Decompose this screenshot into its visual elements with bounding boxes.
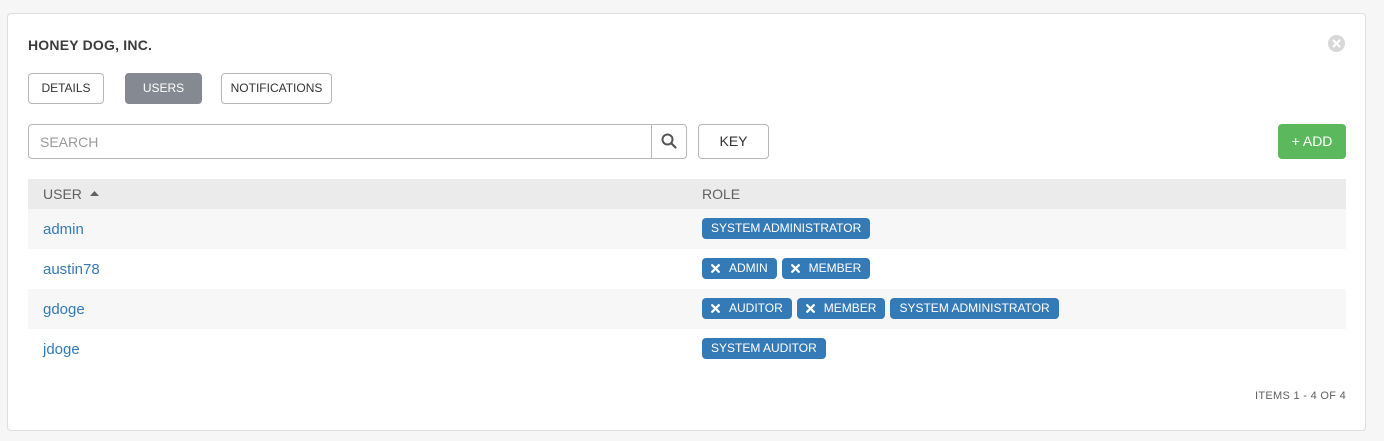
table-row: jdoge SYSTEM AUDITOR <box>28 329 1346 369</box>
panel-title: HONEY DOG, INC. <box>28 37 153 53</box>
role-label: SYSTEM ADMINISTRATOR <box>899 301 1050 315</box>
column-header-role: ROLE <box>702 186 741 202</box>
role-badge: MEMBER <box>796 298 886 319</box>
user-link[interactable]: jdoge <box>43 341 80 358</box>
table-row: admin SYSTEM ADMINISTRATOR <box>28 209 1346 249</box>
search-input[interactable] <box>29 125 651 158</box>
role-list: SYSTEM AUDITOR <box>702 338 826 359</box>
search-box <box>28 124 687 159</box>
role-badge: SYSTEM ADMINISTRATOR <box>890 298 1059 319</box>
add-button[interactable]: + ADD <box>1278 124 1346 159</box>
key-button[interactable]: KEY <box>698 124 769 159</box>
role-label: MEMBER <box>808 261 862 275</box>
table-header: USER ROLE <box>28 179 1346 209</box>
role-label: SYSTEM AUDITOR <box>711 341 817 355</box>
role-badge: MEMBER <box>781 258 871 279</box>
role-badge: AUDITOR <box>702 298 792 319</box>
tab-details[interactable]: DETAILS <box>28 73 104 104</box>
table-row: gdoge AUDITOR MEMBER SYSTEM ADMINISTRATO… <box>28 289 1346 329</box>
role-list: AUDITOR MEMBER SYSTEM ADMINISTRATOR <box>702 298 1059 319</box>
users-table: USER ROLE admin SYSTEM ADMINISTRATOR aus… <box>28 179 1346 369</box>
sort-ascending-icon[interactable] <box>90 191 99 196</box>
table-row: austin78 ADMIN MEMBER <box>28 249 1346 289</box>
remove-role-icon[interactable] <box>804 298 818 319</box>
organization-panel: HONEY DOG, INC. DETAILS USERS NOTIFICATI… <box>7 13 1366 431</box>
role-badge: ADMIN <box>702 258 777 279</box>
user-link[interactable]: gdoge <box>43 301 85 318</box>
user-link[interactable]: admin <box>43 221 84 238</box>
role-list: SYSTEM ADMINISTRATOR <box>702 218 871 239</box>
search-button[interactable] <box>651 125 686 158</box>
tab-notifications[interactable]: NOTIFICATIONS <box>221 73 332 104</box>
role-badge: SYSTEM AUDITOR <box>702 338 826 359</box>
user-link[interactable]: austin78 <box>43 261 100 278</box>
role-label: SYSTEM ADMINISTRATOR <box>711 221 862 235</box>
role-label: MEMBER <box>823 301 877 315</box>
remove-role-icon[interactable] <box>709 298 723 319</box>
role-label: ADMIN <box>729 261 768 275</box>
remove-role-icon[interactable] <box>789 258 803 279</box>
tab-users[interactable]: USERS <box>125 73 202 104</box>
column-header-user[interactable]: USER <box>43 186 82 202</box>
pagination-info: ITEMS 1 - 4 OF 4 <box>1255 390 1346 402</box>
role-list: ADMIN MEMBER <box>702 258 871 279</box>
role-label: AUDITOR <box>729 301 783 315</box>
close-icon[interactable] <box>1328 35 1345 52</box>
remove-role-icon[interactable] <box>709 258 723 279</box>
role-badge: SYSTEM ADMINISTRATOR <box>702 218 871 239</box>
search-icon <box>661 133 677 149</box>
